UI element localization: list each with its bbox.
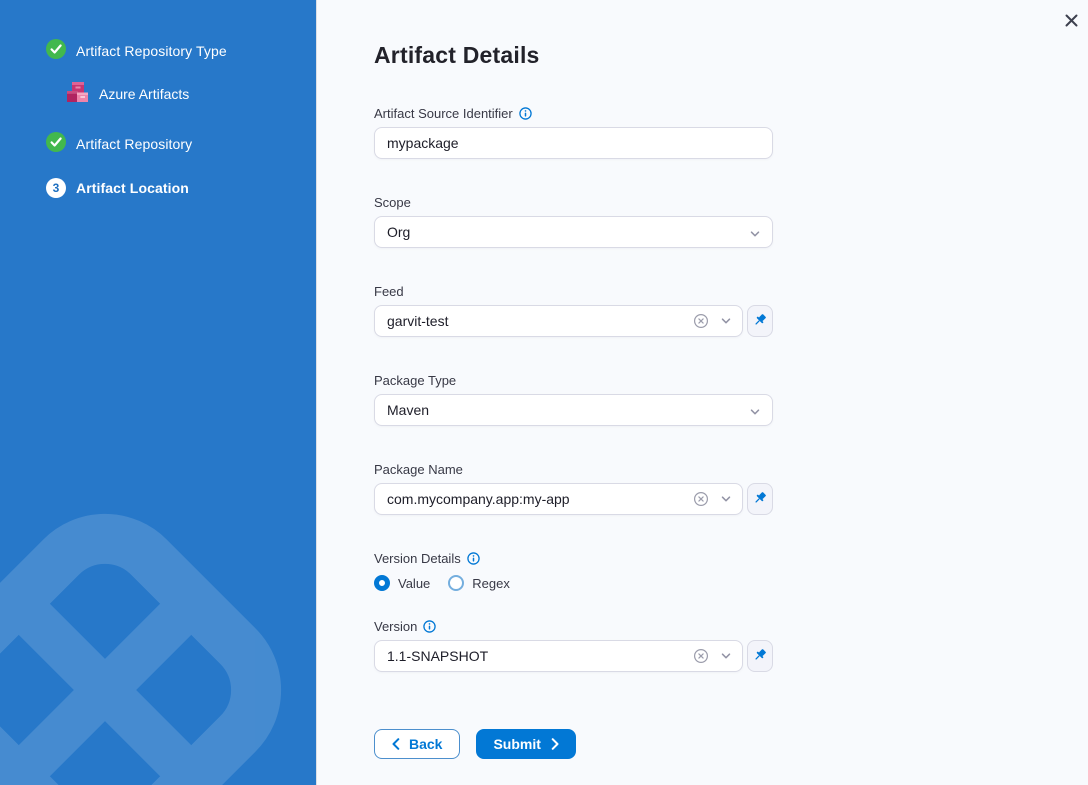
chevron-down-icon [749,405,761,423]
radio-selected-icon [374,575,390,591]
harness-logo-watermark [0,390,316,785]
artifact-wizard-modal: Artifact Repository Type Azure Ar [0,0,1088,785]
field-label: Artifact Source Identifier [374,106,513,121]
clear-circle-icon[interactable] [693,491,709,507]
field-label: Feed [374,284,404,299]
close-button[interactable] [1061,12,1081,32]
artifact-source-identifier-input[interactable] [374,127,773,159]
step-label: Artifact Repository Type [76,43,227,59]
field-label: Package Name [374,462,463,477]
radio-label: Value [398,576,430,591]
radio-unselected-icon [448,575,464,591]
field-package-name: Package Name [374,461,773,515]
field-label: Package Type [374,373,456,388]
pin-icon [752,647,768,666]
sidebar-step-artifact-repository-type[interactable]: Artifact Repository Type [0,40,316,62]
fixed-value-pin-button[interactable] [747,483,773,515]
sidebar-step-artifact-location[interactable]: 3 Artifact Location [0,177,316,199]
sidebar-step-artifact-repository[interactable]: Artifact Repository [0,133,316,155]
fixed-value-pin-button[interactable] [747,640,773,672]
submit-button-label: Submit [493,736,540,752]
check-circle-icon [46,39,66,64]
close-icon [1064,13,1079,31]
radio-label: Regex [472,576,510,591]
package-type-select[interactable]: Maven [374,394,773,426]
feed-combobox [374,305,743,337]
version-combobox [374,640,743,672]
scope-select[interactable]: Org [374,216,773,248]
chevron-down-icon[interactable] [720,493,732,505]
check-circle-icon [46,132,66,157]
field-artifact-source-identifier: Artifact Source Identifier [374,105,773,159]
field-package-type: Package Type Maven [374,372,773,426]
step-label: Artifact Location [76,180,189,196]
clear-circle-icon[interactable] [693,313,709,329]
fixed-value-pin-button[interactable] [747,305,773,337]
feed-input[interactable] [374,305,743,337]
page-title: Artifact Details [374,42,773,69]
package-name-combobox [374,483,743,515]
info-icon[interactable] [423,620,436,633]
info-icon[interactable] [519,107,532,120]
artifact-details-panel: Artifact Details Artifact Source Identif… [316,0,1088,785]
clear-circle-icon[interactable] [693,648,709,664]
azure-artifacts-icon [64,79,90,110]
sidebar-item-azure-artifacts[interactable]: Azure Artifacts [0,80,316,108]
field-label: Scope [374,195,411,210]
pin-icon [752,312,768,331]
field-scope: Scope Org [374,194,773,248]
field-version-details: Version Details Value [374,550,773,592]
info-icon[interactable] [467,552,480,565]
back-button[interactable]: Back [374,729,460,759]
wizard-footer: Back Submit [374,729,773,759]
submit-button[interactable]: Submit [476,729,575,759]
package-name-input[interactable] [374,483,743,515]
back-button-label: Back [409,736,442,752]
step-label: Artifact Repository [76,136,192,152]
scope-value: Org [387,224,410,240]
version-input[interactable] [374,640,743,672]
chevron-right-icon [551,738,559,750]
field-version: Version [374,618,773,672]
radio-value[interactable]: Value [374,575,430,591]
chevron-down-icon[interactable] [720,650,732,662]
connector-label: Azure Artifacts [99,86,189,102]
chevron-left-icon [392,738,400,750]
pin-icon [752,490,768,509]
radio-regex[interactable]: Regex [448,575,510,591]
chevron-down-icon[interactable] [720,315,732,327]
field-label: Version Details [374,551,461,566]
package-type-value: Maven [387,402,429,418]
field-label: Version [374,619,417,634]
chevron-down-icon [749,227,761,245]
step-number-badge: 3 [46,178,66,198]
wizard-sidebar: Artifact Repository Type Azure Ar [0,0,316,785]
field-feed: Feed [374,283,773,337]
